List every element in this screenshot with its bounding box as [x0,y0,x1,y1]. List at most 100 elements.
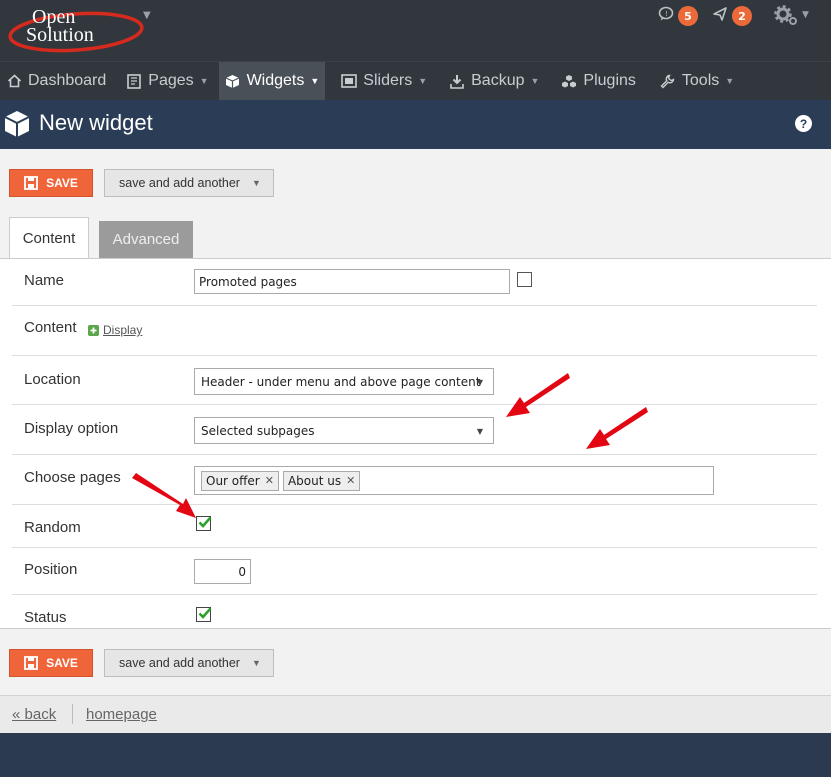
choose-pages-row: Choose pages Our offer ✕ About us ✕ [12,455,817,505]
tag-label: About us [287,473,342,488]
footer-divider [72,704,73,724]
plugins-icon [561,74,577,89]
content-label: Content [24,319,77,336]
display-option-row: Display option Selected subpages ▼ [12,405,817,455]
wrench-icon [660,74,676,89]
save-and-add-another-label: save and add another [119,176,240,190]
name-input[interactable]: Promoted pages [194,269,510,294]
remove-tag-icon[interactable]: ✕ [265,474,274,487]
comments-notification[interactable]: ! 5 [656,5,698,27]
pages-icon [126,73,142,89]
save-button-bottom[interactable]: SAVE [9,649,93,677]
comment-icon: ! [656,6,676,26]
save-and-add-another-button-bottom[interactable]: save and add another ▼ [104,649,274,677]
position-row: Position 0 [12,548,817,595]
tag-about-us: About us ✕ [282,470,361,491]
status-row: Status [12,595,817,630]
nav-widgets-label: Widgets [246,72,305,89]
chevron-down-icon: ▼ [476,378,483,387]
name-label: Name [24,272,65,289]
nav-tools-label: Tools [681,72,720,89]
home-icon [6,74,22,88]
name-checkbox[interactable] [517,272,532,287]
back-link[interactable]: « back [12,706,56,723]
nav-plugins[interactable]: Plugins [555,62,641,100]
widget-form: Name Promoted pages Content Display Loca… [0,258,831,629]
cube-icon [225,74,241,89]
send-icon [710,6,730,26]
random-checkbox[interactable] [196,516,212,531]
footer: « back homepage [0,695,831,733]
choose-pages-input[interactable]: Our offer ✕ About us ✕ [194,466,714,495]
tag-our-offer: Our offer ✕ [201,470,279,491]
chevron-down-icon: ▼ [725,76,735,86]
chevron-down-icon: ▼ [476,427,483,436]
location-label: Location [24,371,81,388]
nav-backup-label: Backup [471,72,525,89]
comments-badge: 5 [678,6,698,26]
homepage-link[interactable]: homepage [86,706,157,723]
top-bar: Open Solution ▼ ! 5 2 ▼ [0,0,831,61]
alerts-notification[interactable]: 2 [710,5,752,27]
display-option-select[interactable]: Selected subpages ▼ [194,417,494,444]
tag-label: Our offer [206,473,260,488]
chevron-down-icon: ▼ [310,76,320,86]
choose-pages-label: Choose pages [24,469,121,486]
brand-line2: Solution [26,24,94,46]
position-label: Position [24,561,78,578]
nav-sliders[interactable]: Sliders ▼ [335,62,433,100]
main-panel: SAVE save and add another ▼ Content Adva… [0,149,831,733]
nav-dashboard-label: Dashboard [28,72,107,89]
status-label: Status [24,609,67,626]
tab-content[interactable]: Content [9,217,89,259]
main-nav: Dashboard Pages ▼ Widgets ▼ Sliders ▼ Ba… [0,61,831,100]
plus-icon [88,324,99,336]
chevron-down-icon: ▼ [199,76,209,86]
content-display-toggle[interactable]: Display [88,323,142,337]
page-header: New widget ? [0,100,831,149]
display-option-label: Display option [24,420,119,437]
brand-caret-icon[interactable]: ▼ [143,10,151,21]
location-value: Header - under menu and above page conte… [201,374,481,389]
name-row: Name Promoted pages [12,259,817,306]
brand-logo[interactable]: Open Solution [4,2,144,54]
chevron-down-icon: ▼ [418,76,428,86]
display-link[interactable]: Display [103,323,142,337]
sliders-icon [341,74,358,88]
page-title: New widget [39,110,153,135]
chevron-down-icon: ▼ [251,178,261,188]
floppy-icon [24,176,38,190]
nav-backup[interactable]: Backup ▼ [443,62,545,100]
content-row: Content Display [12,306,817,356]
nav-dashboard[interactable]: Dashboard [0,62,112,100]
remove-tag-icon[interactable]: ✕ [346,474,355,487]
location-select[interactable]: Header - under menu and above page conte… [194,368,494,395]
location-row: Location Header - under menu and above p… [12,356,817,405]
save-button[interactable]: SAVE [9,169,93,197]
check-icon [198,516,212,528]
save-and-add-another-label: save and add another [119,656,240,670]
alerts-badge: 2 [732,6,752,26]
check-icon [198,607,212,619]
nav-widgets[interactable]: Widgets ▼ [218,62,326,100]
position-input[interactable]: 0 [194,559,251,584]
tab-advanced[interactable]: Advanced [99,221,193,258]
help-icon[interactable]: ? [795,115,812,132]
download-icon [449,74,465,89]
floppy-icon [24,656,38,670]
status-checkbox[interactable] [196,607,212,622]
random-label: Random [24,519,81,536]
save-label: SAVE [46,656,78,670]
settings-caret-icon[interactable]: ▼ [802,10,809,20]
nav-plugins-label: Plugins [583,72,636,89]
nav-sliders-label: Sliders [363,72,413,89]
chevron-down-icon: ▼ [251,658,261,668]
save-and-add-another-button[interactable]: save and add another ▼ [104,169,274,197]
save-label: SAVE [46,176,78,190]
svg-text:!: ! [665,10,668,18]
cube-icon [4,110,30,142]
settings-gear-icon[interactable] [774,4,798,34]
nav-tools[interactable]: Tools ▼ [654,62,740,100]
chevron-down-icon: ▼ [530,76,540,86]
nav-pages[interactable]: Pages ▼ [120,62,214,100]
